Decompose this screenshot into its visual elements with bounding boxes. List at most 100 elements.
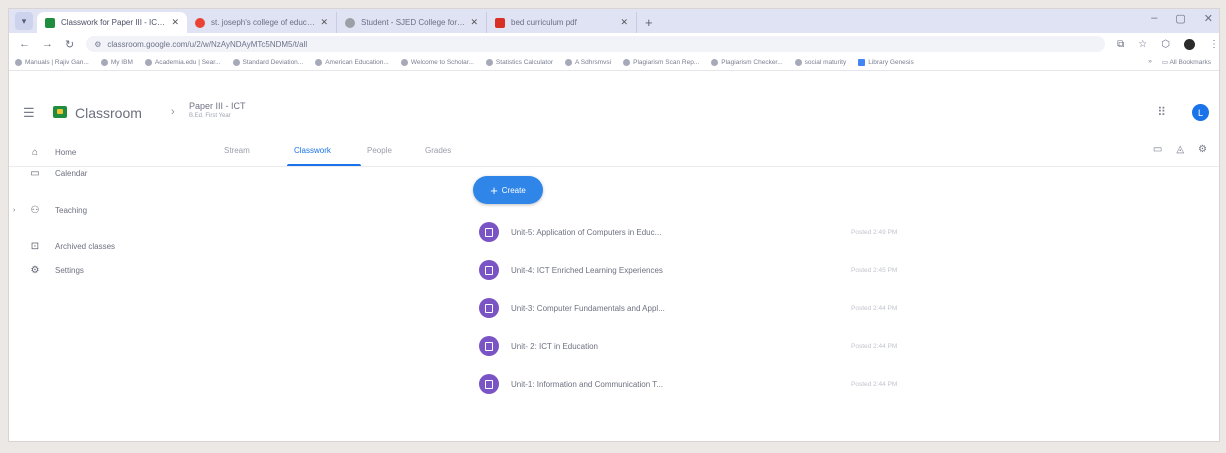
new-tab-button[interactable]: + [645,15,653,30]
sidebar-item-calendar[interactable]: ▭ Calendar [29,168,87,179]
bookmark-item[interactable]: Welcome to Scholar... [400,59,474,66]
assignment-icon [479,374,499,394]
site-info-icon[interactable]: ⚙ [94,40,101,49]
google-favicon-icon [195,17,205,28]
close-icon[interactable]: ✕ [320,17,328,28]
sidebar-item-home[interactable]: ⌂ Home [29,147,76,158]
posted-time: Posted 2:45 PM [851,266,898,274]
close-icon[interactable]: ✕ [470,17,478,28]
browser-tab[interactable]: st. joseph's college of education ✕ [187,12,337,33]
sidebar-item-archived-classes[interactable]: ⊡ Archived classes [29,241,115,252]
list-item[interactable]: Unit-1: Information and Communication T.… [479,369,1205,399]
tab-people[interactable]: People [367,146,392,155]
bookmark-item[interactable]: Manuals | Rajiv Gan... [15,59,89,66]
drive-icon[interactable]: ◬ [1176,144,1184,155]
chevron-right-icon: › [171,106,175,118]
tab-search-icon[interactable]: ▾ [15,12,33,30]
tab-grades[interactable]: Grades [425,146,451,155]
topic-title: Unit-1: Information and Communication T.… [511,379,663,389]
reload-icon[interactable]: ↻ [65,38,74,51]
classwork-tools: ▭ ◬ ⚙ [1153,144,1207,155]
sidebar-item-label: Home [55,148,77,157]
bookmark-label: Standard Deviation... [242,59,304,66]
tab-stream[interactable]: Stream [224,146,250,155]
create-button[interactable]: + Create [473,176,543,204]
assignment-icon [479,298,499,318]
bookmark-item[interactable]: Plagiarism Checker... [711,59,783,66]
browser-tab-label: st. joseph's college of education [211,18,317,27]
extensions-icon[interactable]: ⬡ [1161,39,1170,50]
list-item[interactable]: Unit-3: Computer Fundamentals and Appl..… [479,293,1205,323]
bookmark-item[interactable]: Library Genesis [858,59,914,66]
browser-tab[interactable]: Classwork for Paper III - ICT Ed... ✕ [37,12,187,33]
address-bar-row: ← → ↻ ⚙ classroom.google.com/u/2/w/NzAyN… [9,33,1219,55]
toolbar-icons: ⧉ ☆ ⬡ ⋮ [1117,38,1219,50]
back-icon[interactable]: ← [19,38,30,50]
create-label: Create [501,185,526,195]
globe-icon [565,59,572,66]
pdf-favicon-icon [495,17,505,28]
globe-icon [794,59,802,66]
maximize-icon[interactable]: ▢ [1175,12,1185,25]
install-icon[interactable]: ⧉ [1117,39,1124,50]
gear-icon: ⚙ [30,265,40,276]
close-icon[interactable]: ✕ [171,17,179,28]
tab-classwork[interactable]: Classwork [294,146,331,155]
close-window-icon[interactable]: ✕ [1204,12,1213,25]
minimize-icon[interactable]: – [1151,12,1157,25]
star-icon[interactable]: ☆ [1138,39,1147,50]
profile-icon[interactable] [1184,38,1195,50]
sidebar-item-teaching[interactable]: ⚇ Teaching [29,205,88,216]
sidebar-item-label: Settings [55,266,84,275]
tab-divider [9,166,1219,167]
list-item[interactable]: Unit-4: ICT Enriched Learning Experience… [479,255,1205,285]
globe-icon [100,59,108,66]
bookmark-item[interactable]: Standard Deviation... [232,59,304,66]
browser-tab[interactable]: bed curriculum pdf ✕ [487,12,637,33]
browser-tab[interactable]: Student - SJED College for Wom... ✕ [337,12,487,33]
forward-icon[interactable]: → [42,38,53,50]
bookmark-item[interactable]: Academia.edu | Sear... [144,59,221,66]
more-icon[interactable]: ⋮ [1209,39,1219,50]
bookmark-label: social maturity [804,59,847,66]
sidebar-item-settings[interactable]: ⚙ Settings [29,265,84,276]
globe-icon [485,59,493,66]
classroom-logo-icon[interactable] [53,106,67,118]
list-item[interactable]: Unit- 2: ICT in Education Posted 2:44 PM [479,331,1205,361]
calendar-icon: ▭ [30,168,40,179]
gear-icon[interactable]: ⚙ [1198,144,1207,155]
archive-icon: ⊡ [30,241,40,252]
close-icon[interactable]: ✕ [620,17,628,28]
main-menu-icon[interactable]: ☰ [23,105,35,121]
bookmark-label: American Education... [325,59,389,66]
course-name[interactable]: Paper III - ICT [189,101,246,111]
bookmark-item[interactable]: A Sdhrsmvsi [565,59,611,66]
globe-icon [623,59,631,66]
bookmark-item[interactable]: social maturity [794,59,847,66]
sidebar-item-label: Teaching [55,206,88,215]
expand-caret-icon[interactable]: › [13,207,15,214]
bookmark-item[interactable]: My IBM [100,59,133,66]
chevron-right-icon[interactable]: » [1148,58,1152,66]
posted-time: Posted 2:44 PM [851,380,898,388]
browser-window: ▾ Classwork for Paper III - ICT Ed... ✕ … [8,8,1220,442]
all-bookmarks-button[interactable]: ▭ All Bookmarks [1162,58,1211,66]
url-input[interactable]: ⚙ classroom.google.com/u/2/w/NzAyNDAyMTc… [86,36,1106,52]
app-title[interactable]: Classroom [75,105,142,121]
globe-favicon-icon [345,17,355,28]
avatar[interactable]: L [1192,104,1209,121]
plus-icon: + [490,182,498,198]
bookmark-label: Academia.edu | Sear... [154,59,221,66]
apps-grid-icon[interactable]: ⠿ [1157,105,1166,119]
list-item[interactable]: Unit-5: Application of Computers in Educ… [479,217,1205,247]
sidebar-item-label: Calendar [55,169,88,178]
home-icon: ⌂ [31,147,39,158]
bookmark-item[interactable]: American Education... [315,59,389,66]
calendar-icon[interactable]: ▭ [1153,144,1162,155]
bookmark-label: Plagiarism Checker... [721,59,783,66]
url-text: classroom.google.com/u/2/w/NzAyNDAyMTc5N… [107,39,308,49]
bookmark-item[interactable]: Statistics Calculator [485,59,553,66]
bookmark-item[interactable]: Plagiarism Scan Rep... [623,59,699,66]
bookmarks-overflow: » ▭ All Bookmarks [1148,58,1211,66]
posted-time: Posted 2:49 PM [851,228,898,236]
